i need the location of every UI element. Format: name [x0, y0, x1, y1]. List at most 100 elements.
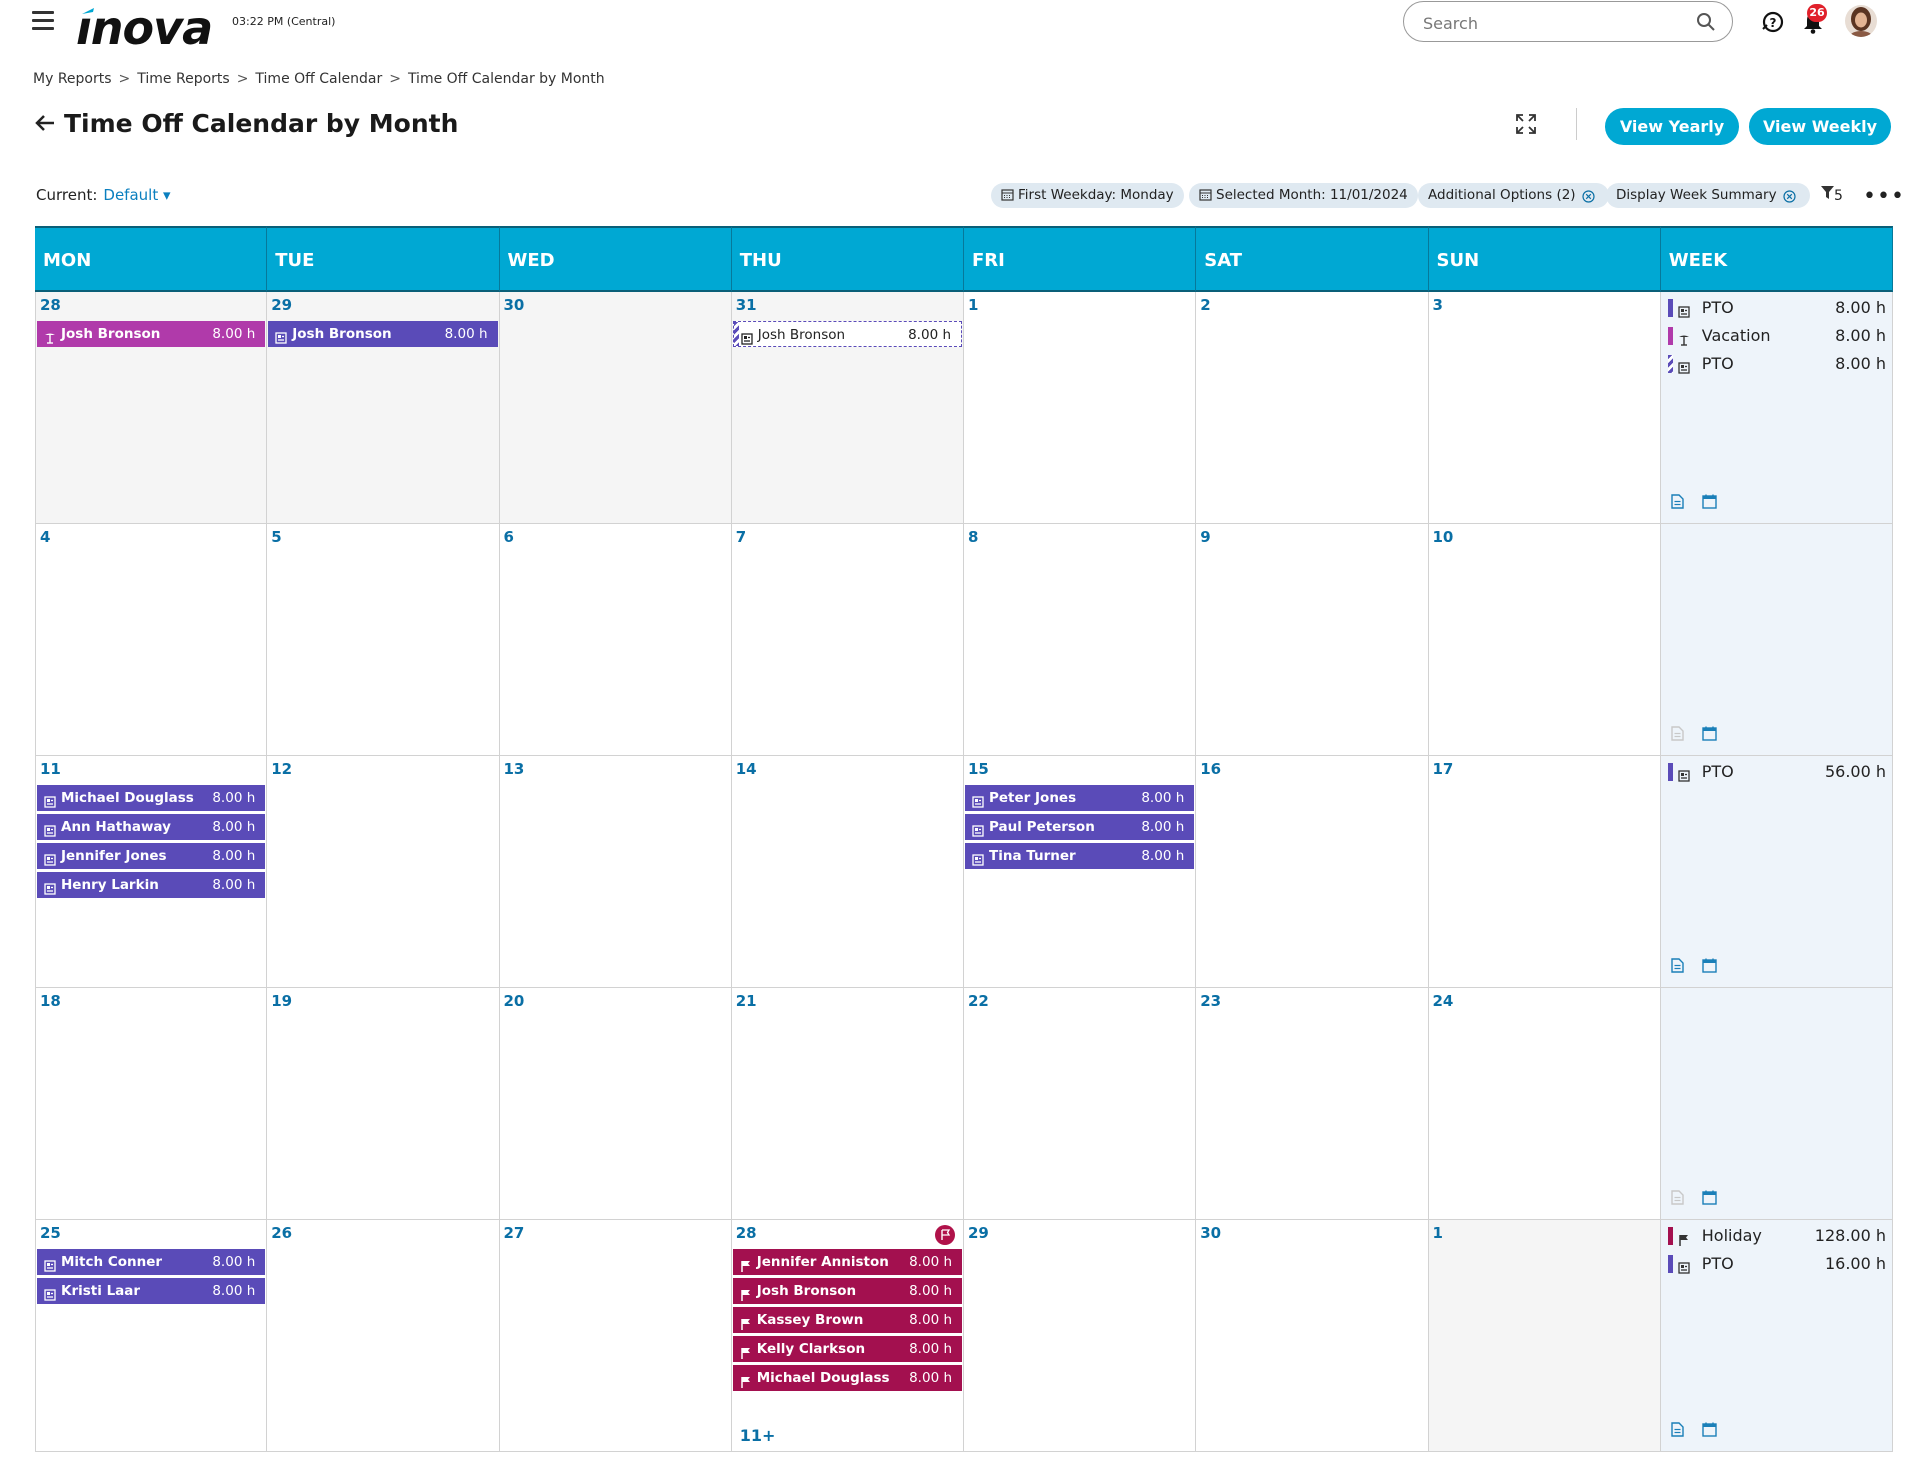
day-number[interactable]: 29 — [271, 296, 292, 314]
time-off-event[interactable]: Josh Bronson 8.00 h — [37, 321, 266, 347]
search-icon[interactable] — [1696, 12, 1716, 36]
day-number[interactable]: 3 — [1433, 296, 1443, 314]
day-cell[interactable]: 21 — [731, 988, 964, 1220]
document-icon[interactable] — [1671, 726, 1684, 745]
inova-logo[interactable]: ınova — [76, 1, 216, 55]
day-number[interactable]: 2 — [1200, 296, 1210, 314]
calendar-icon[interactable] — [1702, 494, 1717, 513]
day-cell[interactable]: 15 Peter Jones 8.00 h Paul Peterson 8.00 h Ti… — [964, 756, 1197, 988]
day-number[interactable]: 14 — [736, 760, 757, 778]
day-cell[interactable]: 16 — [1196, 756, 1429, 988]
time-off-event[interactable]: Kelly Clarkson 8.00 h — [732, 1336, 962, 1362]
chip-first-weekday[interactable]: First Weekday: Monday — [991, 183, 1184, 208]
time-off-event[interactable]: Michael Douglass 8.00 h — [37, 785, 266, 811]
day-cell[interactable]: 7 — [731, 524, 964, 756]
view-yearly-button[interactable]: View Yearly — [1605, 108, 1739, 145]
day-cell[interactable]: 28 Josh Bronson 8.00 h — [35, 292, 268, 524]
day-number[interactable]: 1 — [968, 296, 978, 314]
day-cell[interactable]: 30 — [1196, 1220, 1429, 1452]
current-view-dropdown[interactable]: Default ▾ — [103, 186, 170, 204]
day-number[interactable]: 18 — [40, 992, 61, 1010]
day-number[interactable]: 16 — [1200, 760, 1221, 778]
day-number[interactable]: 9 — [1200, 528, 1210, 546]
time-off-event[interactable]: Henry Larkin 8.00 h — [37, 872, 266, 898]
day-number[interactable]: 26 — [271, 1224, 292, 1242]
document-icon[interactable] — [1671, 1422, 1684, 1441]
document-icon[interactable] — [1671, 958, 1684, 977]
day-number[interactable]: 24 — [1433, 992, 1454, 1010]
chip-additional-options[interactable]: Additional Options (2) — [1418, 183, 1609, 208]
time-off-event[interactable]: Josh Bronson 8.00 h — [732, 1278, 962, 1304]
document-icon[interactable] — [1671, 494, 1684, 513]
day-number[interactable]: 31 — [736, 296, 757, 314]
holiday-flag-icon[interactable] — [935, 1225, 955, 1245]
day-cell[interactable]: 26 — [267, 1220, 500, 1452]
search-input[interactable] — [1421, 11, 1685, 35]
time-off-event[interactable]: Michael Douglass 8.00 h — [732, 1365, 962, 1391]
breadcrumb-my-reports[interactable]: My Reports — [33, 71, 112, 87]
day-cell[interactable]: 14 — [731, 756, 964, 988]
day-cell[interactable]: 17 — [1428, 756, 1661, 988]
time-off-event[interactable]: Kristi Laar 8.00 h — [37, 1278, 266, 1304]
day-cell[interactable]: 25 Mitch Conner 8.00 h Kristi Laar 8.00 h — [35, 1220, 268, 1452]
day-number[interactable]: 7 — [736, 528, 746, 546]
day-number[interactable]: 28 — [736, 1224, 757, 1242]
day-cell[interactable]: 31 Josh Bronson 8.00 h — [731, 292, 964, 524]
day-number[interactable]: 15 — [968, 760, 989, 778]
more-options-icon[interactable]: ••• — [1863, 184, 1905, 209]
calendar-icon[interactable] — [1702, 1190, 1717, 1209]
day-number[interactable]: 30 — [504, 296, 525, 314]
day-number[interactable]: 28 — [40, 296, 61, 314]
day-cell[interactable]: 18 — [35, 988, 268, 1220]
back-arrow-icon[interactable] — [34, 113, 56, 137]
breadcrumb-time-off-calendar[interactable]: Time Off Calendar — [255, 71, 382, 87]
day-number[interactable]: 6 — [504, 528, 514, 546]
day-cell[interactable]: 30 — [499, 292, 732, 524]
day-number[interactable]: 30 — [1200, 1224, 1221, 1242]
day-cell[interactable]: 29 — [964, 1220, 1197, 1452]
time-off-event[interactable]: Paul Peterson 8.00 h — [965, 814, 1195, 840]
day-number[interactable]: 12 — [271, 760, 292, 778]
day-cell[interactable]: 8 — [964, 524, 1197, 756]
day-number[interactable]: 22 — [968, 992, 989, 1010]
time-off-event[interactable]: Jennifer Jones 8.00 h — [37, 843, 266, 869]
time-off-event[interactable]: Josh Bronson 8.00 h — [268, 321, 498, 347]
day-cell[interactable]: 24 — [1428, 988, 1661, 1220]
fullscreen-icon[interactable] — [1515, 113, 1537, 139]
day-number[interactable]: 11 — [40, 760, 61, 778]
day-number[interactable]: 4 — [40, 528, 50, 546]
day-number[interactable]: 20 — [504, 992, 525, 1010]
view-weekly-button[interactable]: View Weekly — [1749, 108, 1891, 145]
time-off-event[interactable]: Peter Jones 8.00 h — [965, 785, 1195, 811]
day-cell[interactable]: 27 — [499, 1220, 732, 1452]
search-box[interactable] — [1403, 1, 1733, 42]
day-cell[interactable]: 9 — [1196, 524, 1429, 756]
day-cell[interactable]: 2 — [1196, 292, 1429, 524]
day-number[interactable]: 10 — [1433, 528, 1454, 546]
day-cell[interactable]: 12 — [267, 756, 500, 988]
filter-button[interactable]: 5 — [1821, 186, 1843, 204]
day-cell[interactable]: 13 — [499, 756, 732, 988]
document-icon[interactable] — [1671, 1190, 1684, 1209]
day-cell[interactable]: 1 — [1428, 1220, 1661, 1452]
day-number[interactable]: 5 — [271, 528, 281, 546]
menu-icon[interactable] — [32, 11, 54, 33]
remove-chip-icon[interactable] — [1782, 185, 1800, 210]
day-number[interactable]: 1 — [1433, 1224, 1443, 1242]
avatar[interactable] — [1845, 5, 1877, 37]
day-cell[interactable]: 23 — [1196, 988, 1429, 1220]
day-cell[interactable]: 1 — [964, 292, 1197, 524]
chip-display-week-summary[interactable]: Display Week Summary — [1606, 183, 1810, 208]
calendar-icon[interactable] — [1702, 726, 1717, 745]
day-number[interactable]: 8 — [968, 528, 978, 546]
day-cell[interactable]: 19 — [267, 988, 500, 1220]
day-number[interactable]: 13 — [504, 760, 525, 778]
more-events-link[interactable]: 11+ — [740, 1426, 776, 1445]
day-number[interactable]: 23 — [1200, 992, 1221, 1010]
time-off-event[interactable]: Mitch Conner 8.00 h — [37, 1249, 266, 1275]
day-cell[interactable]: 20 — [499, 988, 732, 1220]
day-cell[interactable]: 6 — [499, 524, 732, 756]
time-off-event[interactable]: Josh Bronson 8.00 h — [732, 321, 962, 347]
day-number[interactable]: 25 — [40, 1224, 61, 1242]
time-off-event[interactable]: Jennifer Anniston 8.00 h — [732, 1249, 962, 1275]
